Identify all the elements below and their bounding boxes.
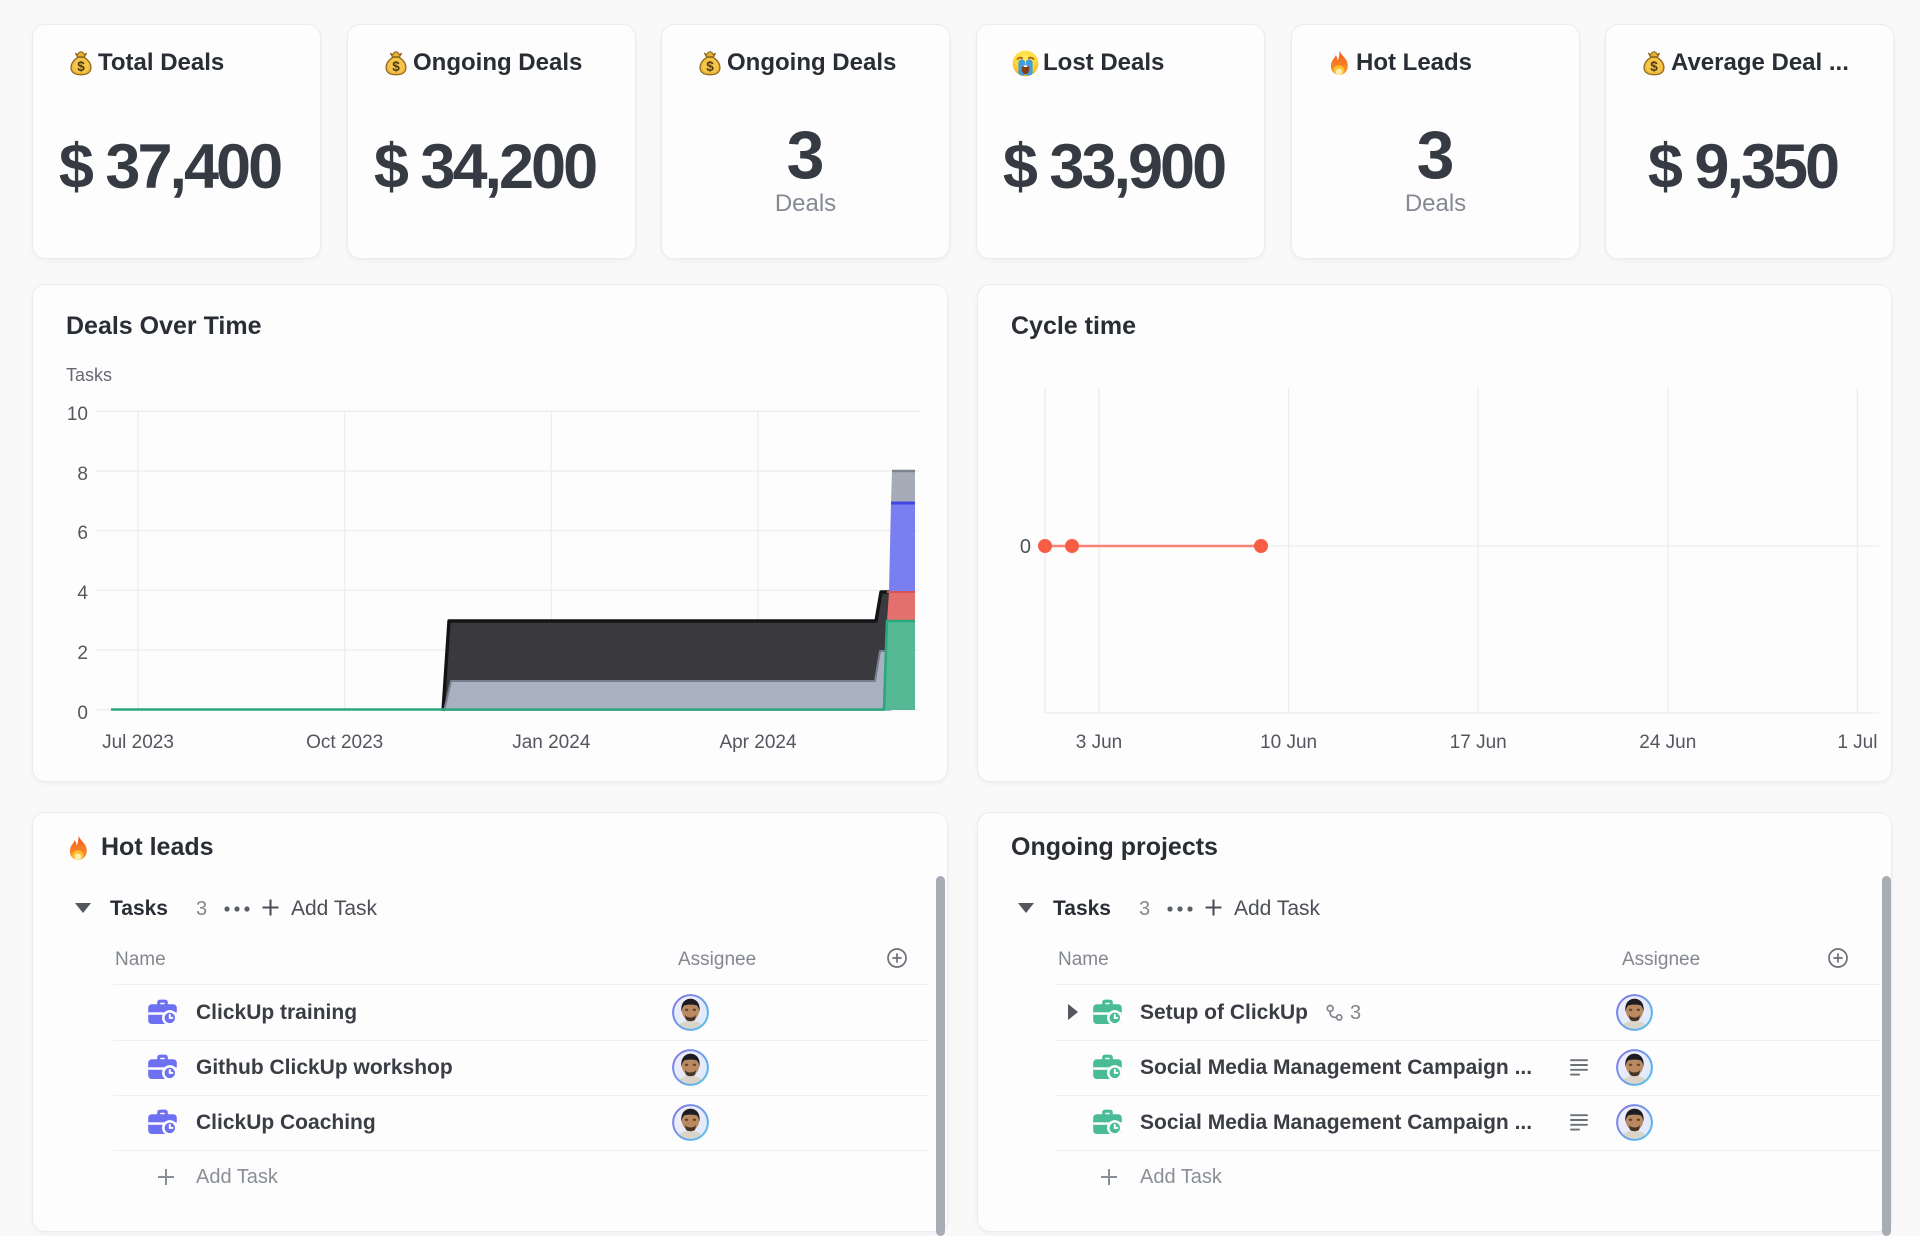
- svg-text:17 Jun: 17 Jun: [1450, 732, 1507, 753]
- svg-text:Tasks: Tasks: [66, 365, 112, 385]
- svg-text:2: 2: [77, 643, 88, 664]
- svg-text:8: 8: [77, 464, 88, 485]
- svg-text:24 Jun: 24 Jun: [1639, 732, 1696, 753]
- svg-text:Oct 2023: Oct 2023: [306, 732, 383, 753]
- svg-text:Apr 2024: Apr 2024: [719, 732, 797, 753]
- svg-text:10 Jun: 10 Jun: [1260, 732, 1317, 753]
- svg-text:4: 4: [77, 583, 88, 604]
- svg-text:3 Jun: 3 Jun: [1076, 732, 1122, 753]
- svg-text:0: 0: [77, 703, 88, 724]
- svg-text:1 Jul: 1 Jul: [1837, 732, 1877, 753]
- svg-text:6: 6: [77, 523, 88, 544]
- svg-text:0: 0: [1020, 536, 1031, 558]
- svg-text:10: 10: [67, 404, 88, 425]
- svg-text:Jan 2024: Jan 2024: [512, 732, 591, 753]
- svg-text:Jul 2023: Jul 2023: [102, 732, 174, 753]
